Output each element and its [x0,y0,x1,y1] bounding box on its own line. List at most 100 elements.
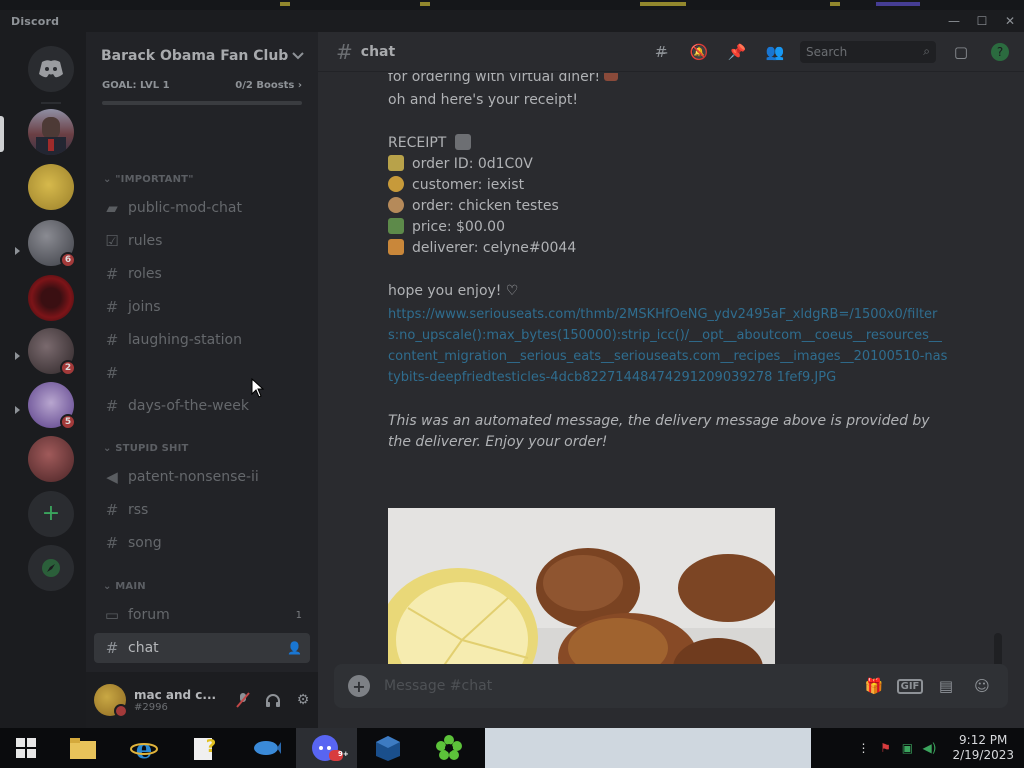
tray-overflow-icon[interactable]: ⋮ [852,741,874,755]
category-stupid-shit[interactable]: ⌄ STUPID SHIT [103,443,189,454]
server-icon-gold[interactable] [28,164,74,210]
server-name: Barack Obama Fan Club [101,48,289,64]
maximize-button[interactable]: ☐ [968,10,996,32]
taskbar-paint[interactable] [235,728,296,768]
member-list-button[interactable]: 👥 [756,40,794,64]
mention-badge: 6 [60,252,76,268]
network-icon[interactable]: ▣ [896,741,918,755]
start-button[interactable] [0,728,52,768]
gif-button[interactable]: GIF [892,668,928,704]
food-image[interactable] [388,508,775,672]
taskbar-discord[interactable]: 9+ [296,728,357,768]
clock[interactable]: 9:12 PM 2/19/2023 [952,733,1014,763]
server-icon-gray[interactable]: 6 [28,220,76,268]
channel-label: forum [128,607,170,623]
server-list: 6 2 5 + [0,32,86,728]
mute-microphone-button[interactable] [228,685,258,715]
user-info[interactable]: mac and c... #2996 [134,688,228,713]
boost-count-text: 0/2 Boosts [235,80,295,91]
svg-text:?: ? [997,45,1003,59]
channel-laughing-station[interactable]: # laughing-station [94,325,310,355]
channel-rules[interactable]: ☑ rules [94,226,310,256]
receipt-order-id: order ID: 0d1C0V [412,156,533,172]
home-button[interactable] [28,46,74,92]
add-server-button[interactable]: + [28,491,74,537]
taskbar: e ? 9+ ⋮ ⚑ ▣ ◀) 9:12 PM 2/19/2023 [0,728,1024,768]
channel-sidebar: Barack Obama Fan Club GOAL: LVL 1 0/2 Bo… [86,32,318,728]
taskbar-help-tool[interactable]: ? [174,728,235,768]
threads-button[interactable]: #̶ [642,40,680,64]
channel-unnamed[interactable]: # [94,358,310,388]
user-settings-button[interactable]: ⚙ [288,685,318,715]
server-icon-barack-obama-fan-club[interactable] [28,109,74,155]
desktop-speck [420,2,430,6]
search-icon: ⌕ [923,44,930,58]
category-main[interactable]: ⌄ MAIN [103,581,146,592]
channel-joins[interactable]: # joins [94,292,310,322]
channel-patent-nonsense-ii[interactable]: ◀ patent-nonsense-ii [94,462,310,492]
channel-label: joins [128,299,161,315]
server-separator [41,102,61,104]
channel-chat[interactable]: # chat 👤 [94,633,310,663]
explore-servers-button[interactable] [28,545,74,591]
boost-goal[interactable]: GOAL: LVL 1 0/2 Boosts › [86,80,318,91]
image-link[interactable]: https://www.seriouseats.com/thmb/2MSKHfO… [388,304,948,388]
chevron-right-icon: › [297,80,302,91]
receipt-line: order ID: 0d1C0V [388,155,533,172]
unread-indicator [15,406,20,414]
avatar[interactable] [94,684,128,718]
category-important[interactable]: ⌄ "IMPORTANT" [103,174,194,185]
flag-emoji-icon [604,73,619,81]
minimize-button[interactable]: — [940,10,968,32]
inbox-button[interactable]: ▢ [946,40,976,64]
channel-public-mod-chat[interactable]: ▰ public-mod-chat [94,193,310,223]
channel-label: chat [128,640,159,656]
microphone-muted-icon [236,692,250,708]
close-button[interactable]: ✕ [996,10,1024,32]
user-discriminator: #2996 [134,701,168,713]
channel-label: laughing-station [128,332,242,348]
boost-progress-bar [102,101,302,105]
taskbar-file-explorer[interactable] [52,728,113,768]
volume-icon[interactable]: ◀) [918,741,940,755]
channel-days-of-the-week[interactable]: # days-of-the-week [94,391,310,421]
channel-song[interactable]: # song [94,528,310,558]
hash-icon: # [105,364,119,382]
username: mac and c... [134,687,217,702]
create-invite-icon[interactable]: 👤 [287,641,302,655]
server-icon-character[interactable]: 2 [28,328,76,376]
taskbar-virtualbox[interactable] [357,728,418,768]
channel-label: days-of-the-week [128,398,249,414]
channel-forum[interactable]: ▭ forum 1 [94,600,310,630]
deafen-button[interactable] [258,685,288,715]
taskbar-internet-explorer[interactable]: e [113,728,174,768]
forum-icon: ▭ [104,606,120,624]
chat-bubbles-icon: ▰ [106,199,118,217]
channel-rss[interactable]: # rss [94,495,310,525]
channel-roles[interactable]: # roles [94,259,310,289]
message-input[interactable]: Message #chat [384,678,856,694]
folder-icon [69,738,96,759]
server-header[interactable]: Barack Obama Fan Club [86,32,318,80]
sticker-button[interactable]: ▤ [928,668,964,704]
search-input[interactable]: Search ⌕ [800,40,936,63]
gift-button[interactable]: 🎁 [856,668,892,704]
help-icon: ? [991,42,1009,61]
server-icon-purple[interactable]: 5 [28,382,76,430]
sticker-icon: ▤ [938,677,954,695]
flag-icon[interactable]: ⚑ [874,741,896,755]
message-text: for ordering with virtual diner! [388,73,626,85]
svg-text:e: e [135,735,152,762]
chat-area: # chat #̶ 🔕 📌 👥 Search ⌕ ▢ ? for orderin… [318,32,1024,728]
pinned-messages-button[interactable]: 📌 [718,40,756,64]
emoji-button[interactable]: ☺ [964,668,1000,704]
notification-settings-button[interactable]: 🔕 [680,40,718,64]
server-icon-red[interactable] [28,275,74,321]
taskbar-icq[interactable] [418,728,479,768]
desktop-background [0,0,1024,10]
svg-text:?: ? [205,736,215,757]
server-icon-portrait[interactable] [28,436,74,482]
attach-button[interactable]: + [348,675,370,697]
help-button[interactable]: ? [976,40,1024,64]
unread-indicator [15,352,20,360]
